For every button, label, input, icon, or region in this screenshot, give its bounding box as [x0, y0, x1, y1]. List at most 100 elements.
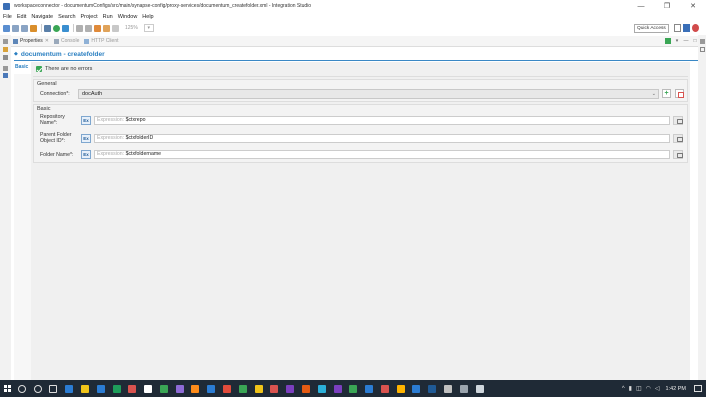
maximize-view-icon[interactable] [700, 47, 705, 52]
wifi-icon[interactable]: ◠ [646, 385, 651, 392]
taskbar-app-icon[interactable] [443, 384, 452, 393]
save-all-icon[interactable] [21, 24, 28, 32]
quick-access-field[interactable]: Quick Access [634, 24, 669, 33]
expression-toggle-button[interactable]: Ex [81, 134, 91, 143]
repository-name-input[interactable]: Expression: $ctxrepo [94, 116, 670, 125]
run-icon[interactable] [53, 24, 60, 32]
network-icon[interactable]: ◫ [636, 385, 642, 392]
tab-console[interactable]: Console [54, 38, 79, 44]
menu-help[interactable]: Help [142, 14, 153, 20]
expression-editor-button[interactable] [673, 134, 683, 143]
add-connection-button[interactable]: + [662, 89, 671, 98]
taskbar-app-icon[interactable] [317, 384, 326, 393]
taskbar-app-icon[interactable] [475, 384, 484, 393]
integration-perspective-icon[interactable] [683, 24, 690, 32]
taskbar-app-icon[interactable] [223, 384, 232, 393]
menu-window[interactable]: Window [118, 14, 138, 20]
palette-icon[interactable] [3, 55, 8, 60]
taskbar-app-icon[interactable] [159, 384, 168, 393]
taskbar-app-icon[interactable] [396, 384, 405, 393]
maximize-button[interactable]: ❐ [654, 0, 680, 12]
prev-annotation-icon[interactable] [85, 24, 92, 32]
parent-folder-id-input[interactable]: Expression: $ctxfolderID [94, 134, 670, 143]
expression-prefix: Expression: [97, 135, 125, 141]
taskbar-app-icon[interactable] [112, 384, 121, 393]
project-explorer-icon[interactable] [3, 47, 8, 52]
open-perspective-icon[interactable] [674, 24, 681, 32]
external-tools-icon[interactable] [62, 24, 69, 32]
collapse-icon[interactable]: ◆ [14, 51, 18, 57]
taskbar-app-icon[interactable] [365, 384, 374, 393]
cortana-icon[interactable] [33, 384, 42, 393]
volume-icon[interactable]: ◁ [655, 385, 660, 392]
new-icon[interactable] [3, 24, 10, 32]
general-group-label: General [37, 81, 57, 87]
debug-icon[interactable] [44, 24, 51, 32]
menu-navigate[interactable]: Navigate [31, 14, 53, 20]
server-icon[interactable] [30, 24, 37, 32]
taskbar-app-icon[interactable] [191, 384, 200, 393]
expression-toggle-button[interactable]: Ex [81, 116, 91, 125]
maximize-view-icon[interactable]: □ [692, 38, 698, 44]
taskbar-app-icon[interactable] [81, 384, 90, 393]
last-edit-icon[interactable] [112, 24, 119, 32]
task-view-icon[interactable] [49, 384, 58, 393]
side-tab-basic[interactable]: Basic [14, 64, 30, 74]
close-icon[interactable]: ✕ [45, 38, 49, 44]
menu-edit[interactable]: Edit [17, 14, 26, 20]
menu-project[interactable]: Project [81, 14, 98, 20]
taskbar-app-icon[interactable] [128, 384, 137, 393]
taskbar-app-icon[interactable] [349, 384, 358, 393]
clock[interactable]: 1:42 PM [666, 386, 686, 392]
tab-http-client[interactable]: HTTP Client [84, 38, 119, 44]
close-button[interactable]: ✕ [680, 0, 706, 12]
taskbar-app-icon[interactable] [65, 384, 74, 393]
restore-icon[interactable] [700, 39, 705, 44]
edit-connection-button[interactable] [675, 89, 684, 98]
expression-editor-button[interactable] [673, 116, 683, 125]
next-annotation-icon[interactable] [76, 24, 83, 32]
taskbar-app-icon[interactable] [96, 384, 105, 393]
battery-icon[interactable]: ▮ [629, 385, 632, 392]
taskbar-app-icon[interactable] [286, 384, 295, 393]
restore-icon[interactable] [3, 66, 8, 71]
outline-icon[interactable] [3, 73, 8, 78]
minimize-button[interactable]: — [628, 0, 654, 12]
search-icon[interactable] [17, 384, 26, 393]
start-button[interactable] [0, 380, 14, 397]
taskbar-app-icon[interactable] [301, 384, 310, 393]
pin-icon[interactable] [665, 38, 671, 44]
menu-run[interactable]: Run [103, 14, 113, 20]
taskbar-app-icon[interactable] [380, 384, 389, 393]
notification-icon[interactable] [694, 385, 702, 392]
debug-perspective-icon[interactable] [692, 24, 699, 32]
forward-icon[interactable] [103, 24, 110, 32]
taskbar-app-icon[interactable] [333, 384, 342, 393]
tab-http-client-label: HTTP Client [91, 38, 119, 44]
save-icon[interactable] [12, 24, 19, 32]
expression-editor-button[interactable] [673, 150, 683, 159]
tab-properties[interactable]: Properties ✕ [13, 38, 49, 44]
view-menu-icon[interactable]: ▾ [674, 38, 680, 44]
menu-file[interactable]: File [3, 14, 12, 20]
back-icon[interactable] [94, 24, 101, 32]
menu-search[interactable]: Search [58, 14, 75, 20]
taskbar-app-icon[interactable] [254, 384, 263, 393]
view-tab-bar: Properties ✕ Console HTTP Client [11, 36, 698, 47]
taskbar-app-icon[interactable] [270, 384, 279, 393]
taskbar-app-icon[interactable] [428, 384, 437, 393]
taskbar-app-icon[interactable] [207, 384, 216, 393]
taskbar-app-icon[interactable] [412, 384, 421, 393]
minimize-view-icon[interactable]: — [683, 38, 689, 44]
folder-name-input[interactable]: Expression: $ctxfoldername [94, 150, 670, 159]
taskbar-app-icon[interactable] [459, 384, 468, 393]
side-tab-pane [14, 74, 31, 380]
zoom-dropdown[interactable]: ▾ [143, 24, 154, 32]
restore-icon[interactable] [3, 39, 8, 44]
taskbar-app-icon[interactable] [238, 384, 247, 393]
expression-toggle-button[interactable]: Ex [81, 150, 91, 159]
taskbar-app-icon[interactable] [175, 384, 184, 393]
chevron-up-icon[interactable]: ^ [622, 386, 625, 392]
taskbar-app-icon[interactable] [144, 384, 153, 393]
connection-select[interactable]: docAuth ⌄ [78, 89, 659, 99]
